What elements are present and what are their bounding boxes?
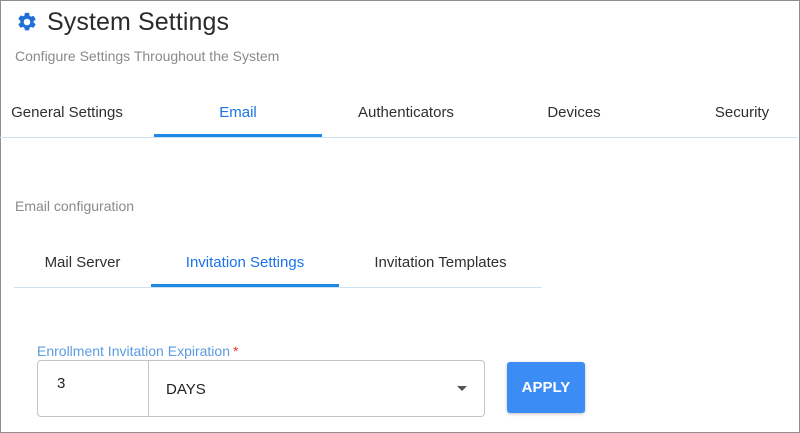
subtab-mail-server[interactable]: Mail Server xyxy=(14,241,151,284)
subtab-invitation-settings[interactable]: Invitation Settings xyxy=(151,241,339,287)
expiration-unit-select[interactable]: DAYS xyxy=(149,360,485,417)
page-title: System Settings xyxy=(47,7,230,36)
apply-button[interactable]: APPLY xyxy=(507,362,585,413)
gear-icon xyxy=(18,12,36,31)
section-label: Email configuration xyxy=(15,198,135,214)
expiration-field-label: Enrollment Invitation Expiration * xyxy=(37,343,238,359)
tab-security[interactable]: Security xyxy=(680,92,800,134)
expiration-unit-value: DAYS xyxy=(166,381,206,398)
tab-email[interactable]: Email xyxy=(154,92,322,137)
expiration-label-text: Enrollment Invitation Expiration xyxy=(37,343,230,359)
tab-general-settings[interactable]: General Settings xyxy=(0,92,134,134)
email-sub-tab-bar: Mail Server Invitation Settings Invitati… xyxy=(14,241,542,288)
main-tab-bar: General Settings Email Authenticators De… xyxy=(0,92,798,138)
tab-authenticators[interactable]: Authenticators xyxy=(322,92,490,134)
chevron-down-icon xyxy=(457,386,467,391)
page-subtitle: Configure Settings Throughout the System xyxy=(15,48,280,64)
subtab-invitation-templates[interactable]: Invitation Templates xyxy=(339,241,542,284)
expiration-number-input[interactable] xyxy=(37,360,149,417)
required-marker: * xyxy=(233,343,239,359)
page-header: System Settings xyxy=(16,6,229,38)
tab-devices[interactable]: Devices xyxy=(490,92,658,134)
